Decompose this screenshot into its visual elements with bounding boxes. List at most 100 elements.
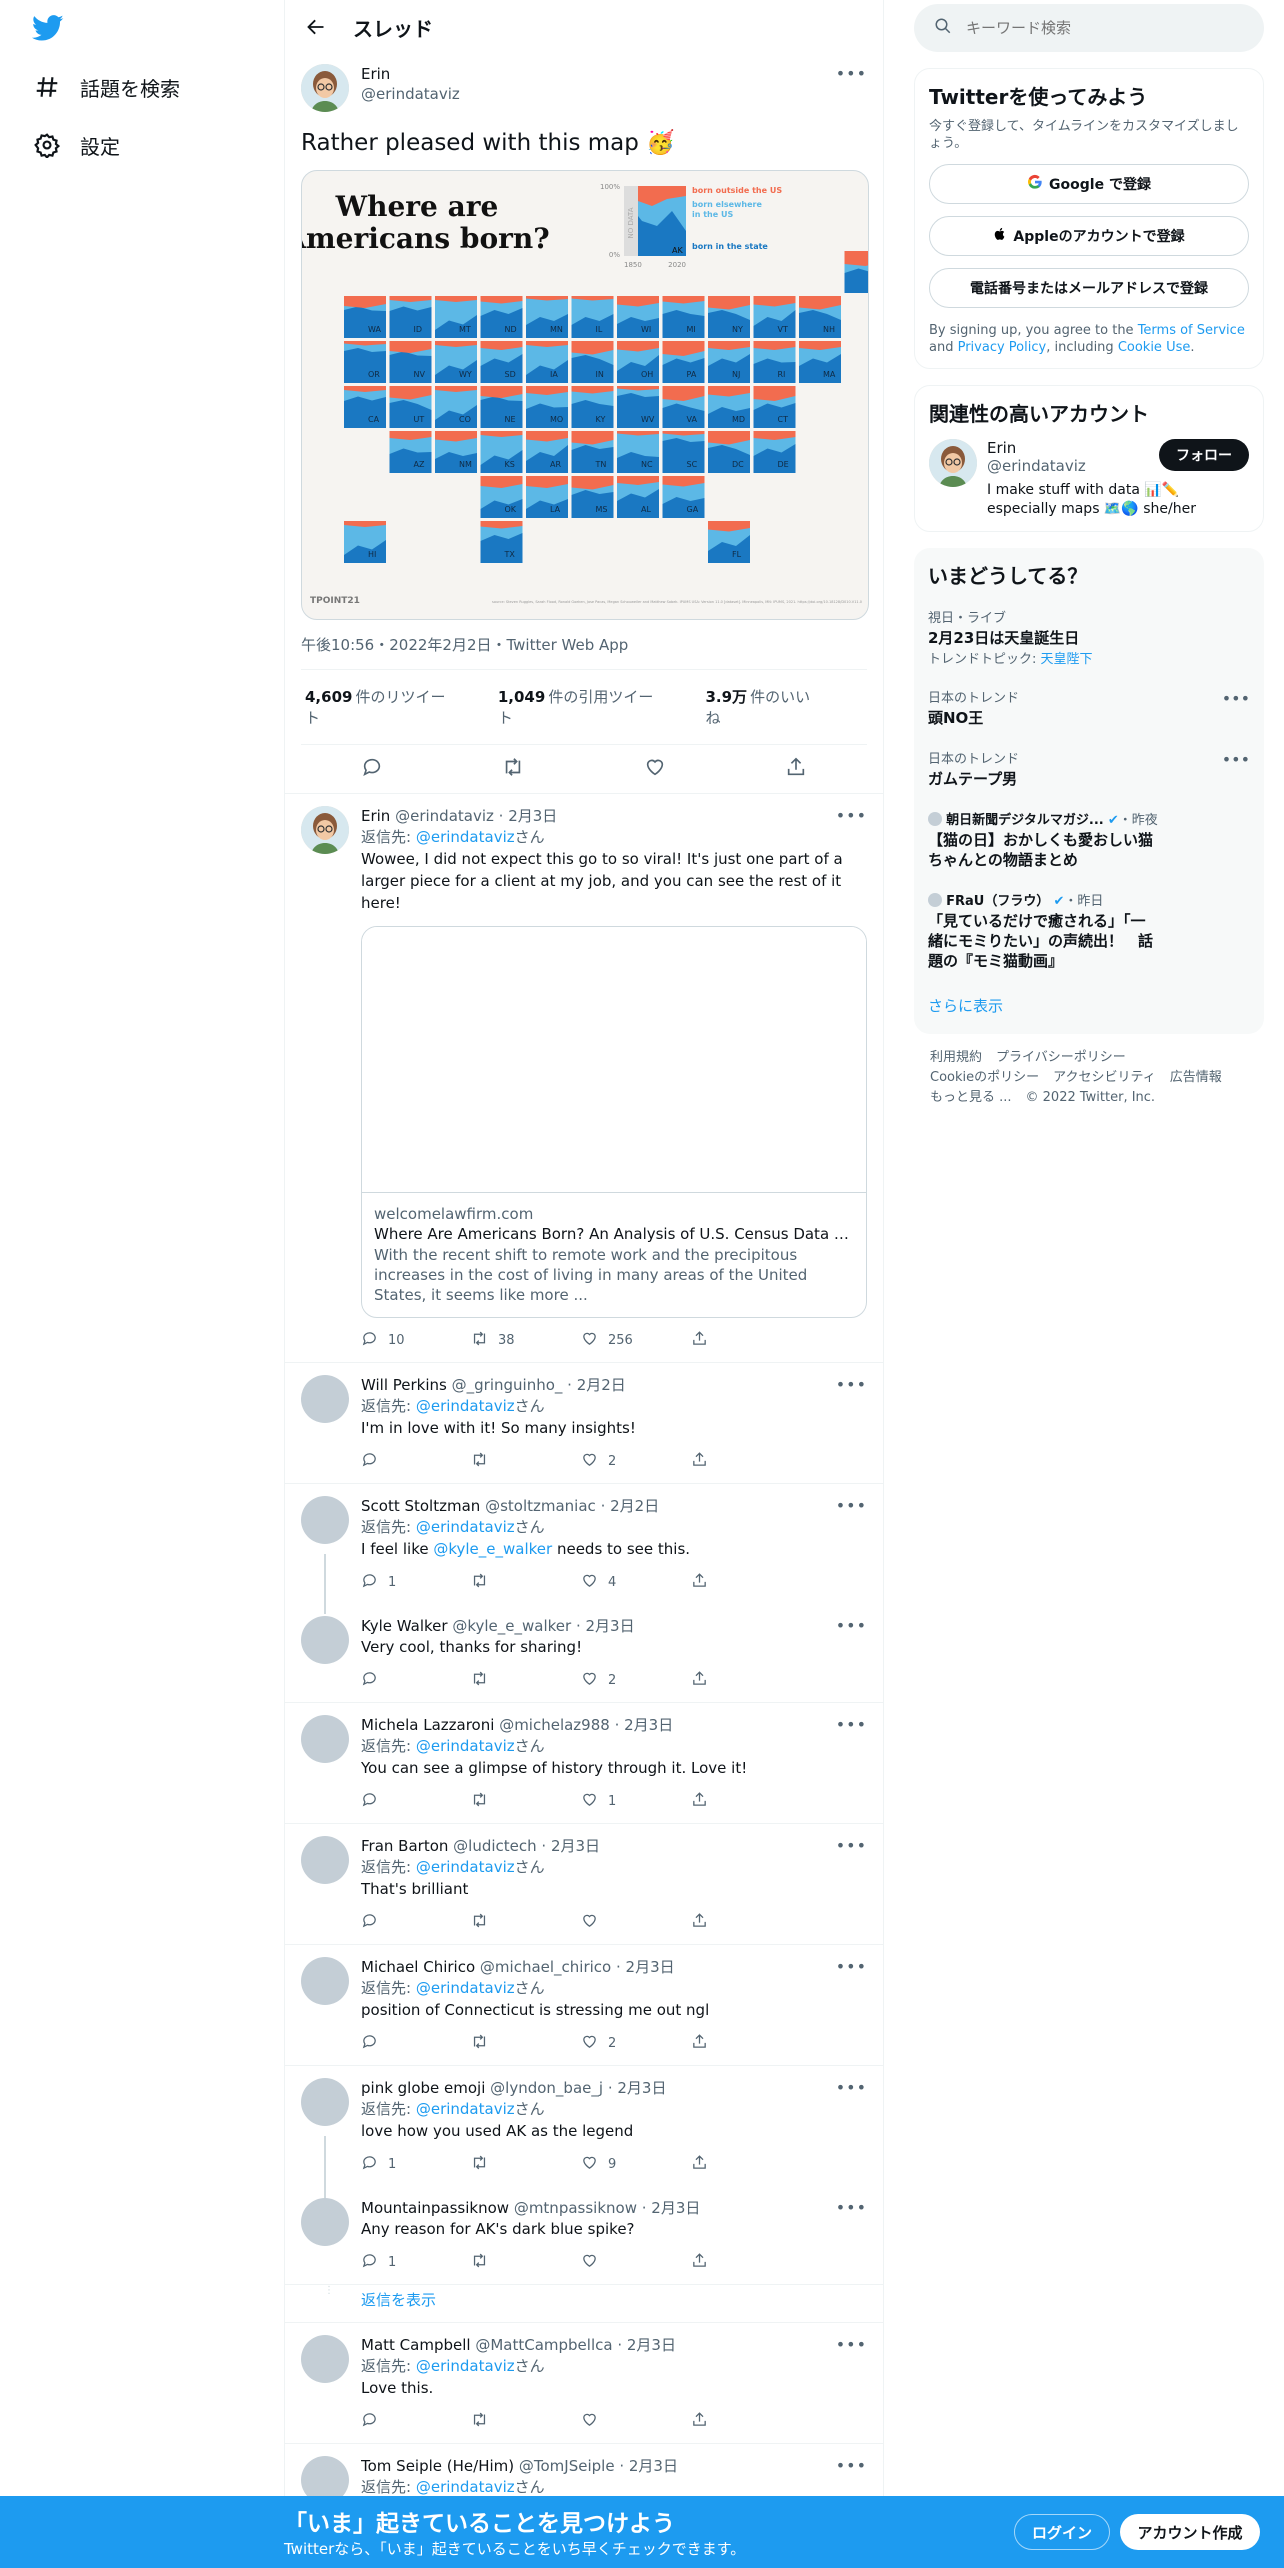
search-input[interactable] [966,19,1226,37]
more-icon[interactable]: ••• [836,2456,867,2475]
reply-tweet[interactable]: Michela Lazzaroni @michelaz988 · 2月3日 •••… [285,1703,883,1824]
more-icon[interactable]: ••• [836,1957,867,1976]
trend-topic-link[interactable]: 天皇陛下 [1041,652,1093,667]
mention-link[interactable]: @erindataviz [416,1737,515,1755]
reply-tweet[interactable]: Kyle Walker @kyle_e_walker · 2月3日 ••• Very… [285,1604,883,1703]
mention-link[interactable]: @erindataviz [416,1518,515,1536]
mention-link[interactable]: @erindataviz [416,828,515,846]
avatar[interactable] [301,806,349,854]
reply-button[interactable] [361,1912,471,1933]
author-handle[interactable]: @erindataviz [361,84,460,104]
tweet-image-map[interactable]: Where are Americans born? NO DATA AK 100… [301,170,869,620]
retweet-button[interactable] [471,2252,581,2273]
google-signup-button[interactable]: Google で登録 [929,164,1249,204]
avatar[interactable] [301,2335,349,2383]
footer-privacy[interactable]: プライバシーポリシー [996,1050,1126,1065]
reply-author-handle[interactable]: @michael_chirico [480,1958,611,1976]
retweet-button[interactable] [471,1791,581,1812]
share-button[interactable] [691,2154,801,2175]
reply-button[interactable] [361,1451,471,1472]
more-icon[interactable]: ••• [836,1616,867,1635]
share-button[interactable] [691,2252,801,2273]
quote-count[interactable]: 1,049 件の引用ツイート [498,686,686,728]
share-icon[interactable] [785,756,807,782]
trend-item[interactable]: 朝日新聞デジタルマガジ... ✔・昨夜 【猫の日】おかしくも愛おしい猫ちゃんとの… [928,799,1250,880]
reply-button[interactable]: 1 [361,2252,471,2273]
reply-author-handle[interactable]: @erindataviz [395,807,494,825]
more-icon[interactable]: ••• [836,64,867,83]
twitter-logo-icon[interactable] [30,12,66,44]
reply-tweet[interactable]: Erin @erindataviz · 2月3日 ••• 返信先: @erindat… [285,794,883,1363]
reply-author-name[interactable]: Scott Stoltzman [361,1497,480,1515]
reply-date[interactable]: 2月3日 [629,2457,678,2475]
reply-tweet[interactable]: Matt Campbell @MattCampbellca · 2月3日 ••• 返… [285,2323,883,2444]
share-button[interactable] [691,1912,801,1933]
retweet-button[interactable] [471,1572,581,1593]
footer-cookie[interactable]: Cookieのポリシー [930,1070,1039,1085]
apple-signup-button[interactable]: Appleのアカウントで登録 [929,216,1249,256]
avatar[interactable] [301,64,349,112]
trend-item[interactable]: 日本のトレンド 頭NO王 ••• [928,677,1250,738]
reply-button[interactable]: 1 [361,2154,471,2175]
reply-date[interactable]: 2月3日 [627,2336,676,2354]
more-icon[interactable]: ••• [836,1496,867,1515]
reply-author-handle[interactable]: @_gringuinho_ [452,1376,563,1394]
trend-item[interactable]: FRaU（フラウ） ✔・昨日 「見ているだけで癒される」「一緒にモミりたい」の声… [928,880,1250,981]
retweet-count[interactable]: 4,609 件のリツイート [305,686,478,728]
login-button[interactable]: ログイン [1014,2514,1110,2550]
more-icon[interactable]: ••• [836,2078,867,2097]
reply-date[interactable]: 2月2日 [610,1497,659,1515]
like-button[interactable]: 4 [581,1572,691,1593]
share-button[interactable] [691,1572,801,1593]
reply-button[interactable]: 10 [361,1330,471,1351]
share-button[interactable] [691,2033,801,2054]
mention-link[interactable]: @erindataviz [416,2478,515,2496]
tweet-timestamp[interactable]: 午後10:56・2022年2月2日・Twitter Web App [301,620,867,670]
more-icon[interactable]: ••• [1222,750,1250,769]
trend-item[interactable]: 日本のトレンド ガムテープ男 ••• [928,738,1250,799]
avatar[interactable] [301,1496,349,1544]
reply-button[interactable] [361,1791,471,1812]
reply-button[interactable]: 1 [361,1572,471,1593]
avatar[interactable] [301,2198,349,2246]
reply-author-handle[interactable]: @lyndon_bae_j [490,2079,603,2097]
trend-item[interactable]: 視日・ライブ 2月23日は天皇誕生日 トレンドトピック: 天皇陛下 [928,597,1250,677]
reply-date[interactable]: 2月3日 [651,2199,700,2217]
more-icon[interactable]: ••• [1222,689,1250,708]
reply-date[interactable]: 2月3日 [624,1716,673,1734]
avatar[interactable] [301,1616,349,1664]
reply-author-name[interactable]: Fran Barton [361,1837,448,1855]
reply-icon[interactable] [361,756,383,782]
like-count[interactable]: 3.9万 件のいいね [705,686,843,728]
avatar[interactable] [301,2078,349,2126]
reply-author-name[interactable]: pink globe emoji [361,2079,485,2097]
like-button[interactable]: 2 [581,2033,691,2054]
retweet-button[interactable] [471,1912,581,1933]
share-button[interactable] [691,2411,801,2432]
retweet-button[interactable] [471,1451,581,1472]
more-icon[interactable]: ••• [836,1715,867,1734]
like-button[interactable]: 1 [581,1791,691,1812]
reply-date[interactable]: 2月2日 [577,1376,626,1394]
share-button[interactable] [691,1330,801,1351]
retweet-icon[interactable] [502,756,524,782]
link-card[interactable]: welcomelawfirm.com Where Are Americans Bo… [361,926,867,1318]
reply-author-handle[interactable]: @kyle_e_walker [452,1617,571,1635]
reply-tweet[interactable]: Scott Stoltzman @stoltzmaniac · 2月2日 ••• 返… [285,1484,883,1614]
follow-button[interactable]: フォロー [1159,439,1249,471]
like-button[interactable] [581,2252,691,2273]
reply-author-handle[interactable]: @mtnpassiknow [514,2199,637,2217]
retweet-button[interactable] [471,1670,581,1691]
reply-author-handle[interactable]: @michelaz988 [499,1716,610,1734]
mention-link[interactable]: @erindataviz [416,2357,515,2375]
footer-access[interactable]: アクセシビリティ [1053,1070,1156,1085]
reply-author-name[interactable]: Will Perkins [361,1376,447,1394]
more-icon[interactable]: ••• [836,1836,867,1855]
like-icon[interactable] [644,756,666,782]
reply-tweet[interactable]: Mountainpassiknow @mtnpassiknow · 2月3日 ••… [285,2186,883,2285]
mention-link[interactable]: @kyle_e_walker [433,1540,552,1558]
avatar[interactable] [301,1375,349,1423]
like-button[interactable] [581,2411,691,2432]
more-icon[interactable]: ••• [836,1375,867,1394]
reply-author-name[interactable]: Michael Chirico [361,1958,475,1976]
